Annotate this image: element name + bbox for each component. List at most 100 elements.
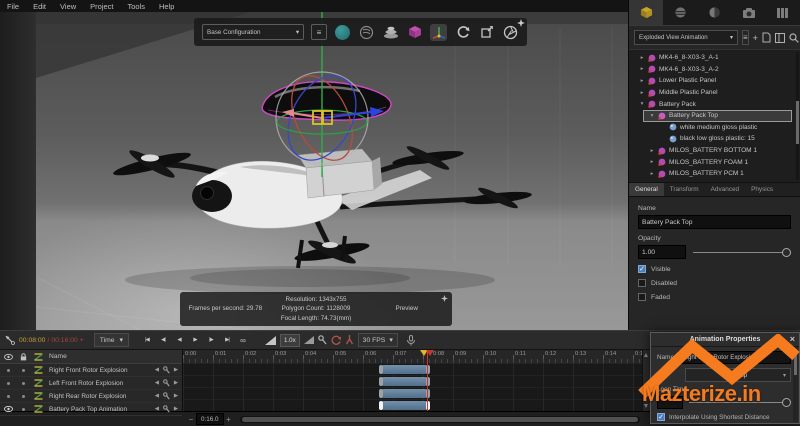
next-key-icon[interactable]: ▶ [174,367,178,373]
track-row[interactable]: Left Front Rotor Explosion ◀ ▶ [0,377,182,390]
track-curve-icon[interactable] [30,405,47,413]
add-button[interactable]: + [753,31,758,44]
tab-camera[interactable] [732,0,766,25]
wrench-icon[interactable] [163,405,170,413]
animation-dropdown[interactable]: Exploded View Animation ▾ [634,30,738,45]
tree-expand-icon[interactable]: ▸ [639,66,645,72]
tree-item[interactable]: ▸ MK4-6_8-X03-3_A-1 [629,52,800,64]
animation-clip-selected[interactable] [380,401,429,410]
opacity-slider-knob[interactable] [782,248,791,257]
tree-item-material[interactable]: white medium gloss plastic [629,122,800,134]
track-lock-toggle[interactable] [16,369,30,372]
vr-mode-button[interactable] [358,24,375,41]
menu-file[interactable]: File [0,2,26,11]
step-back-button[interactable]: ◀| [157,334,169,346]
key-icon[interactable] [318,335,327,345]
playhead[interactable] [427,350,428,411]
clamp-dropdown[interactable]: Clamp ▾ [685,368,791,382]
move-gizmo-button[interactable] [430,24,447,41]
panel-scrollbar[interactable] [793,347,798,422]
range-value[interactable]: 0:16.0 [196,413,224,425]
menu-project[interactable]: Project [83,2,120,11]
microphone-icon[interactable] [406,335,416,346]
tab-environment[interactable] [697,0,731,25]
split-red-icon[interactable] [345,335,354,345]
ap-name-field[interactable]: Right Rear Rotor Explosion [678,351,791,364]
tree-item[interactable]: ▸ Lower Plastic Panel [629,75,800,87]
loop-button[interactable]: ∞ [237,334,249,346]
tree-item-selected[interactable]: ▾ Battery Pack Top [643,110,792,122]
loop-time-field[interactable] [657,396,683,409]
track-row-selected[interactable]: Battery Pack Top Animation ◀ ▶ [0,403,182,416]
menu-tools[interactable]: Tools [121,2,153,11]
tree-expand-icon[interactable]: ▸ [639,90,645,96]
loop-time-slider[interactable] [687,397,791,408]
skip-end-button[interactable]: ▶| [221,334,233,346]
animation-clip[interactable] [380,365,429,374]
tab-scene[interactable] [629,0,663,25]
panel-scrollbar-thumb[interactable] [794,349,797,375]
track-lock-toggle[interactable] [16,382,30,385]
prev-key-icon[interactable]: ◀ [155,406,159,412]
render-sphere-button[interactable] [334,24,351,41]
track-curve-icon[interactable] [30,366,47,374]
opacity-field[interactable]: 1.00 [638,245,686,259]
track-curve-icon[interactable] [30,379,47,387]
track-lock-toggle[interactable] [16,395,30,398]
menu-help[interactable]: Help [152,2,181,11]
scroll-up-arrow[interactable] [644,353,648,357]
animation-properties-titlebar[interactable]: Animation Properties × [651,333,799,347]
playback-speed-button[interactable]: 1.0x [280,334,300,347]
tree-expand-icon[interactable]: ▸ [649,148,655,154]
animation-list-button[interactable]: ≡ [742,30,749,45]
timeline-vertical-scrollbar[interactable] [642,350,650,411]
next-key-icon[interactable]: ▶ [174,406,178,412]
skip-start-button[interactable]: |◀ [141,334,153,346]
tree-expand-icon[interactable]: ▸ [649,171,655,177]
pin-icon[interactable] [441,295,448,302]
clip-start-handle[interactable] [379,401,383,410]
next-key-icon[interactable]: ▶ [174,393,178,399]
new-document-button[interactable] [762,31,771,44]
name-field[interactable]: Battery Pack Top [638,215,791,229]
tab-general[interactable]: General [629,183,664,196]
track-lock-toggle[interactable] [16,408,30,411]
tree-item[interactable]: ▸ MILOS_BATTERY BOTTOM 1 [629,145,800,157]
stack-button[interactable] [382,24,399,41]
tab-transform[interactable]: Transform [664,183,705,196]
tree-item[interactable]: ▾ Battery Pack [629,98,800,110]
track-visibility-toggle[interactable] [0,395,16,398]
play-button[interactable]: ▶ [189,334,201,346]
curve-column-header[interactable] [30,353,47,361]
zoom-out-button[interactable]: − [186,415,196,424]
select-cursor-icon[interactable] [5,335,15,345]
scroll-down-arrow[interactable] [644,404,648,408]
ramp-icon[interactable] [265,336,276,345]
timeline-horizontal-scrollbar[interactable] [240,416,640,423]
menu-view[interactable]: View [53,2,83,11]
tree-item[interactable]: ▸ Middle Plastic Panel [629,87,800,99]
tree-collapse-icon[interactable]: ▾ [649,113,655,119]
tab-materials[interactable] [663,0,697,25]
tree-item-material[interactable]: black low gloss plastic: 15 [629,133,800,145]
prev-key-icon[interactable]: ◀ [155,393,159,399]
configuration-dropdown[interactable]: Base Configuration ▾ [202,24,304,40]
track-visibility-toggle[interactable] [0,382,16,385]
tree-item[interactable]: ▸ MK4-6_8-X03-3_A-2 [629,64,800,76]
rotate-view-button[interactable] [454,24,471,41]
animation-clip[interactable] [380,389,429,398]
track-row[interactable]: Right Front Rotor Explosion ◀ ▶ [0,364,182,377]
clip-start-handle[interactable] [379,365,383,374]
menu-edit[interactable]: Edit [26,2,53,11]
configuration-list-button[interactable]: ≡ [311,24,327,40]
tree-collapse-icon[interactable]: ▾ [639,101,645,107]
animation-clip[interactable] [380,377,429,386]
tree-expand-icon[interactable]: ▸ [639,78,645,84]
tree-item[interactable]: ▸ MILOS_BATTERY PCM 1 [629,168,800,180]
wrench-icon[interactable] [163,366,170,374]
tree-scrollbar-thumb[interactable] [796,101,799,145]
wrench-icon[interactable] [163,379,170,387]
close-icon[interactable]: × [790,333,795,346]
play-reverse-button[interactable]: ◀ [173,334,185,346]
loop-red-icon[interactable] [331,335,341,345]
